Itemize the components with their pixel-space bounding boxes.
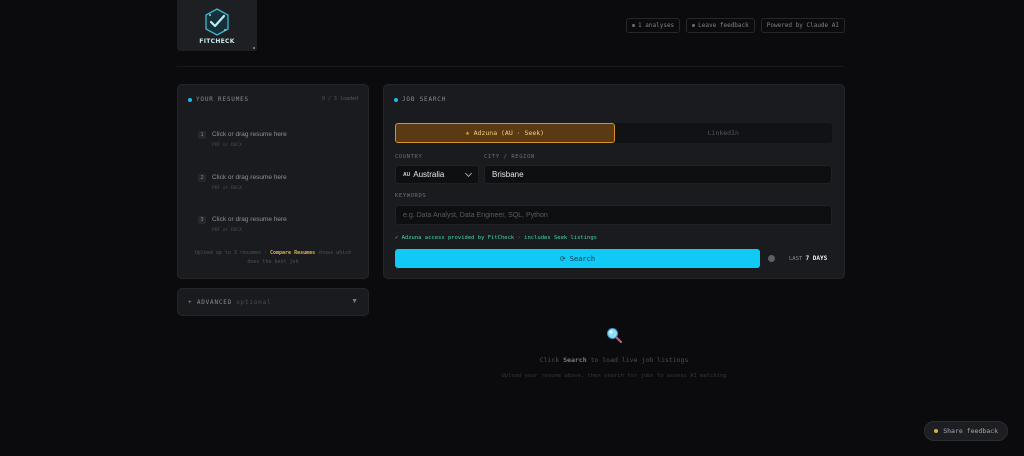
slot-number: 3 <box>198 216 206 224</box>
compare-resumes-link[interactable]: Compare Resumes <box>270 250 315 256</box>
slot-label: Click or drag resume here <box>212 216 287 223</box>
empty-search-word: Search <box>563 356 587 364</box>
compare-note-line2: does the best job <box>247 259 299 265</box>
slot-subtext: PDF or DOCX <box>212 228 242 233</box>
leave-feedback-label: Leave feedback <box>698 22 749 29</box>
slot-number: 1 <box>198 131 206 139</box>
chevron-down-icon[interactable]: ▼ <box>351 298 358 305</box>
job-search-panel: JOB SEARCH ★ Adzuna (AU · Seek) LinkedIn… <box>383 84 845 279</box>
compare-note-suffix: shows which <box>318 250 352 256</box>
logo-indicator-dot <box>253 47 255 49</box>
dot-icon <box>692 24 696 27</box>
keywords-input[interactable]: e.g. Data Analyst, Data Engineer, SQL, P… <box>395 205 832 225</box>
country-label: COUNTRY <box>395 154 423 160</box>
header-divider <box>177 66 845 67</box>
share-feedback-button[interactable]: Share feedback <box>924 421 1008 441</box>
empty-suffix: to load live job listings <box>590 356 689 364</box>
dot-icon <box>934 429 939 433</box>
leave-feedback-link[interactable]: Leave feedback <box>686 18 755 33</box>
country-code: AU <box>403 171 411 178</box>
slot-subtext: PDF or DOCX <box>212 143 242 148</box>
keywords-label: KEYWORDS <box>395 193 427 199</box>
slot-subtext: PDF or DOCX <box>212 186 242 191</box>
date-range-label: LAST 7 DAYS <box>789 255 827 262</box>
refresh-icon: ⟳ <box>559 254 566 263</box>
city-label: CITY / REGION <box>484 154 535 160</box>
logo-text: FITCHECK <box>199 37 235 45</box>
empty-prefix: Click <box>539 356 560 364</box>
resumes-panel-title: YOUR RESUMES <box>188 96 249 103</box>
resumes-panel: YOUR RESUMES 0 / 3 loaded 1 Click or dra… <box>177 84 369 279</box>
tab-linkedin-label: LinkedIn <box>707 129 739 137</box>
days-value: 7 DAYS <box>805 255 828 262</box>
tab-linkedin[interactable]: LinkedIn <box>615 123 833 143</box>
chevron-down-icon <box>464 169 473 178</box>
tab-adzuna[interactable]: ★ Adzuna (AU · Seek) <box>395 123 615 143</box>
provider-tabs: ★ Adzuna (AU · Seek) LinkedIn <box>395 123 832 143</box>
slot-label: Click or drag resume here <box>212 131 287 138</box>
city-input[interactable]: Brisbane <box>484 165 832 184</box>
fitcheck-logo-icon <box>205 7 229 36</box>
keywords-placeholder: e.g. Data Analyst, Data Engineer, SQL, P… <box>403 211 548 219</box>
tab-adzuna-label: Adzuna (AU · Seek) <box>473 129 545 137</box>
provider-note: ✓ Adzuna access provided by FitCheck · i… <box>395 235 597 241</box>
share-feedback-label: Share feedback <box>943 427 998 435</box>
country-select[interactable]: AU Australia <box>395 165 479 184</box>
advanced-optional-text: optional <box>236 299 272 306</box>
search-button[interactable]: ⟳ Search <box>395 249 760 268</box>
job-search-title-text: JOB SEARCH <box>402 96 447 103</box>
resumes-count: 0 / 3 loaded <box>321 96 358 102</box>
slot-number: 2 <box>198 174 206 182</box>
date-range-toggle[interactable] <box>768 255 775 262</box>
bullet-icon <box>188 97 192 102</box>
country-value: Australia <box>413 170 445 179</box>
compare-note: Upload up to 3 resumes · Compare Resumes… <box>178 249 368 267</box>
compare-note-prefix: Upload up to 3 resumes · <box>194 250 267 256</box>
search-button-label: Search <box>569 254 596 263</box>
empty-state-hint: Upload your resume above, then search fo… <box>501 373 727 379</box>
dot-icon <box>632 24 636 27</box>
job-search-panel-title: JOB SEARCH <box>394 96 446 103</box>
analyses-count-link[interactable]: 1 analyses <box>626 18 681 33</box>
advanced-panel[interactable]: + ADVANCED optional ▼ <box>177 288 369 316</box>
resumes-title-text: YOUR RESUMES <box>196 96 249 103</box>
powered-by-label: Powered by Claude AI <box>766 22 839 29</box>
star-icon: ★ <box>465 129 470 137</box>
app-logo[interactable]: FITCHECK <box>177 0 257 51</box>
empty-state-message: Click Search to load live job listings <box>383 356 845 364</box>
city-value: Brisbane <box>492 170 524 179</box>
bullet-icon <box>394 97 398 102</box>
advanced-title-text: + ADVANCED <box>188 299 233 306</box>
slot-label: Click or drag resume here <box>212 174 287 181</box>
last-label: LAST <box>789 256 803 262</box>
powered-by-badge: Powered by Claude AI <box>760 18 845 33</box>
magnifier-icon <box>607 328 622 343</box>
header-links: 1 analyses Leave feedback Powered by Cla… <box>626 18 845 33</box>
advanced-panel-title: + ADVANCED optional <box>188 299 271 306</box>
analyses-count-label: 1 analyses <box>638 22 675 29</box>
